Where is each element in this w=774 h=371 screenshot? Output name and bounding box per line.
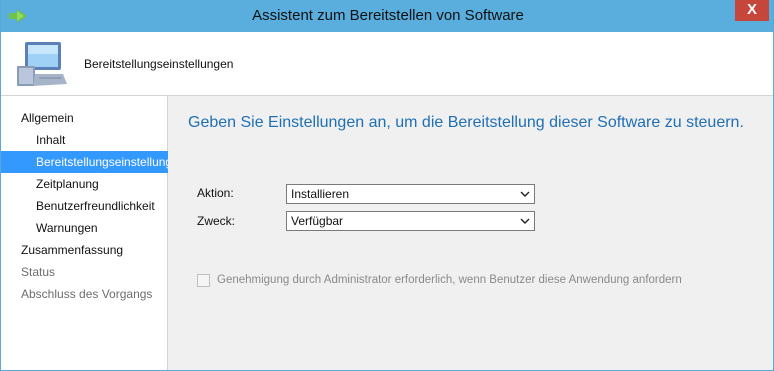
page-title: Bereitstellungseinstellungen bbox=[84, 57, 234, 71]
purpose-select[interactable]: Verfügbar bbox=[286, 211, 535, 231]
page-heading: Geben Sie Einstellungen an, um die Berei… bbox=[188, 114, 744, 131]
wizard-header: Bereitstellungseinstellungen bbox=[1, 32, 773, 95]
nav-item-inhalt[interactable]: Inhalt bbox=[1, 129, 168, 151]
window-title: Assistent zum Bereitstellen von Software bbox=[252, 7, 524, 24]
wizard-window: Assistent zum Bereitstellen von Software… bbox=[0, 0, 774, 371]
nav-item-bereitstellungseinstellungen[interactable]: Bereitstellungseinstellungen bbox=[1, 151, 168, 173]
title-bar[interactable]: Assistent zum Bereitstellen von Software… bbox=[1, 0, 773, 32]
close-icon: X bbox=[746, 1, 757, 18]
nav-item-status: Status bbox=[21, 265, 56, 279]
nav-item-abschluss: Abschluss des Vorgangs bbox=[21, 287, 153, 301]
nav-item-benutzerfreundlichkeit[interactable]: Benutzerfreundlichkeit bbox=[1, 195, 168, 217]
nav-item-zusammenfassung[interactable]: Zusammenfassung bbox=[1, 239, 168, 261]
purpose-label: Zweck: bbox=[197, 214, 236, 228]
wizard-nav: Allgemein Inhalt Bereitstellungseinstell… bbox=[1, 96, 168, 370]
approval-checkbox[interactable] bbox=[197, 274, 210, 287]
chevron-down-icon bbox=[520, 191, 530, 197]
chevron-down-icon bbox=[520, 218, 530, 224]
nav-item-warnungen[interactable]: Warnungen bbox=[1, 217, 168, 239]
computer-icon bbox=[17, 42, 67, 86]
close-button[interactable]: X bbox=[735, 0, 769, 21]
approval-checkbox-label: Genehmigung durch Administrator erforder… bbox=[217, 274, 682, 286]
nav-item-allgemein[interactable]: Allgemein bbox=[1, 107, 168, 129]
nav-item-zeitplanung[interactable]: Zeitplanung bbox=[1, 173, 168, 195]
action-value: Installieren bbox=[291, 187, 350, 201]
action-select[interactable]: Installieren bbox=[286, 184, 535, 204]
purpose-value: Verfügbar bbox=[291, 214, 344, 228]
wizard-content: Geben Sie Einstellungen an, um die Berei… bbox=[168, 96, 773, 370]
action-label: Aktion: bbox=[197, 186, 234, 200]
